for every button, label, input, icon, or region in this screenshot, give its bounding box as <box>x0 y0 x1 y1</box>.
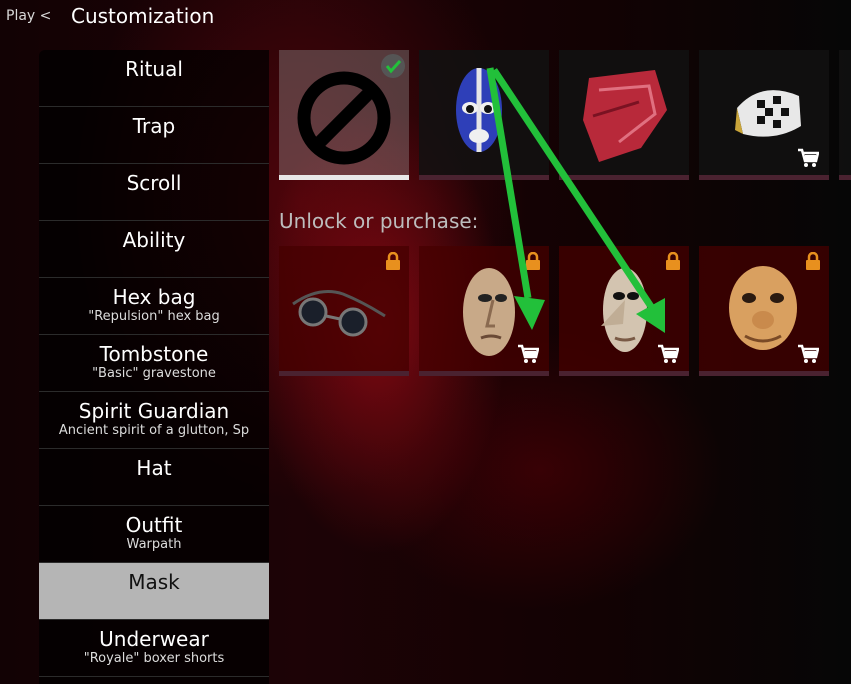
mask-tile-old-man[interactable] <box>419 246 549 376</box>
category-label: Ritual <box>125 57 183 81</box>
mask-tile-long-nose[interactable] <box>559 246 689 376</box>
category-label: Hat <box>136 456 172 480</box>
mask-tile-harlequin[interactable] <box>699 50 829 180</box>
cart-icon[interactable] <box>657 344 679 364</box>
category-underwear[interactable]: Underwear "Royale" boxer shorts <box>39 620 269 677</box>
lock-icon <box>806 252 820 270</box>
category-scroll[interactable]: Scroll <box>39 164 269 221</box>
category-label: Underwear <box>99 627 209 651</box>
category-sublabel: Warpath <box>126 537 182 552</box>
mask-tile-goggles[interactable] <box>279 246 409 376</box>
cart-icon[interactable] <box>797 344 819 364</box>
category-label: Tombstone <box>99 342 209 366</box>
lock-icon <box>666 252 680 270</box>
mask-tile-none[interactable] <box>279 50 409 180</box>
category-label: Mask <box>128 570 180 594</box>
category-outfit[interactable]: Outfit Warpath <box>39 506 269 563</box>
category-trap[interactable]: Trap <box>39 107 269 164</box>
lock-icon <box>526 252 540 270</box>
category-label: Scroll <box>126 171 182 195</box>
back-to-play-link[interactable]: Play < <box>6 8 51 24</box>
category-sublabel: "Basic" gravestone <box>92 366 216 381</box>
mask-tile-bandana[interactable] <box>559 50 689 180</box>
category-ability[interactable]: Ability <box>39 221 269 278</box>
top-bar: Play < Customization <box>0 0 851 34</box>
category-label: Trap <box>132 114 176 138</box>
category-ritual[interactable]: Ritual <box>39 50 269 107</box>
category-mask[interactable]: Mask <box>39 563 269 620</box>
cart-icon[interactable] <box>517 344 539 364</box>
category-sublabel: "Royale" boxer shorts <box>83 651 225 666</box>
red-bandana-icon <box>583 70 667 162</box>
category-sublabel: Ancient spirit of a glutton, Sp <box>58 423 250 438</box>
category-sidebar: Ritual Trap Scroll Ability Hex bag "Repu… <box>39 50 269 684</box>
category-hat[interactable]: Hat <box>39 449 269 506</box>
lock-icon <box>386 252 400 270</box>
category-label: Spirit Guardian <box>78 399 230 423</box>
category-hex-bag[interactable]: Hex bag "Repulsion" hex bag <box>39 278 269 335</box>
category-spirit-guardian[interactable]: Spirit Guardian Ancient spirit of a glut… <box>39 392 269 449</box>
luchador-mask-icon <box>456 68 502 152</box>
unlock-section-label: Unlock or purchase: <box>279 209 479 233</box>
category-label: Ability <box>122 228 186 252</box>
category-label: Hex bag <box>112 285 196 309</box>
category-label: Outfit <box>125 513 183 537</box>
mask-tile-comedy[interactable] <box>699 246 829 376</box>
category-tombstone[interactable]: Tombstone "Basic" gravestone <box>39 335 269 392</box>
page-title: Customization <box>71 4 215 28</box>
cart-icon[interactable] <box>797 148 819 168</box>
category-sublabel: "Repulsion" hex bag <box>88 309 220 324</box>
mask-tile-luchador[interactable] <box>419 50 549 180</box>
check-icon <box>381 54 405 78</box>
mask-tile-partial[interactable] <box>839 50 851 180</box>
